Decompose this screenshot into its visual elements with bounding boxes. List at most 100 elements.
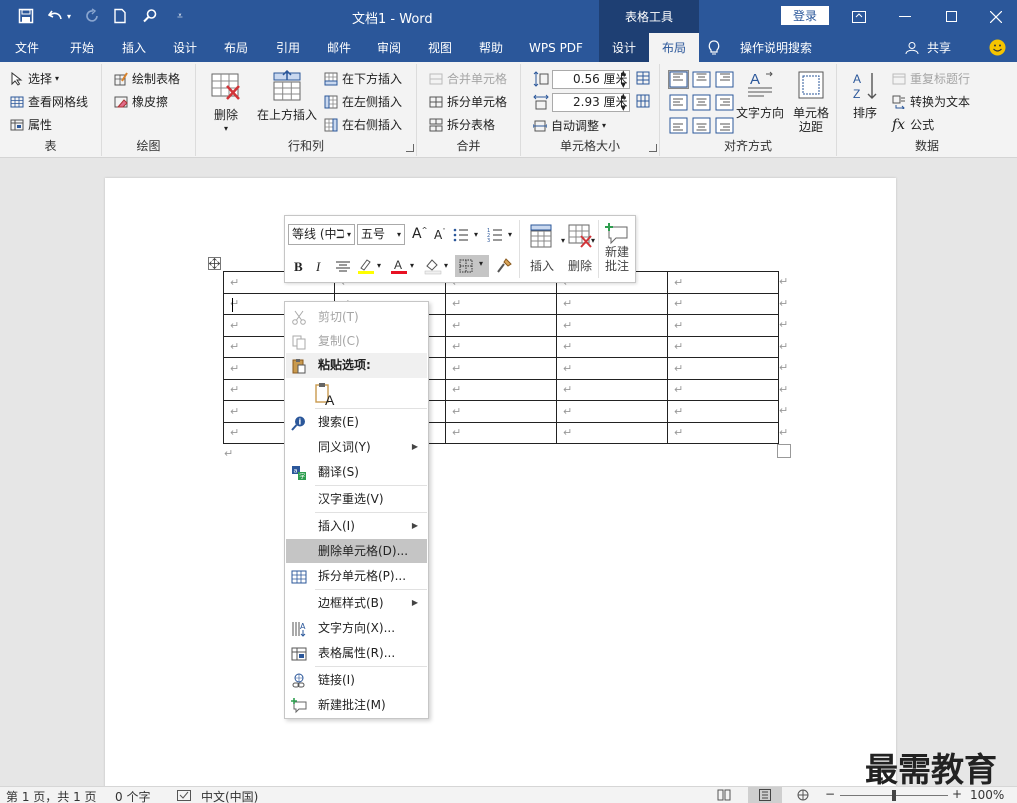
zoom-level[interactable]: 100%	[970, 788, 1004, 802]
shrink-font-icon[interactable]: Aˇ	[434, 228, 446, 242]
numbering-dropdown-icon[interactable]: ▾	[508, 230, 512, 239]
close-icon[interactable]	[974, 0, 1017, 33]
eraser-button[interactable]: 橡皮擦	[114, 93, 168, 110]
zoom-in-icon[interactable]: +	[952, 787, 962, 801]
menu-item-reconvert[interactable]: 汉字重选(V)	[286, 487, 427, 511]
table-resize-handle[interactable]	[777, 444, 791, 458]
borders-button[interactable]: ▾	[455, 255, 489, 277]
menu-item-new-comment[interactable]: 新建批注(M)	[286, 693, 427, 717]
table-cell[interactable]: ↵	[667, 271, 779, 294]
insert-left-button[interactable]: 在左侧插入	[324, 93, 402, 110]
convert-to-text-button[interactable]: 转换为文本	[892, 93, 970, 110]
table-cell[interactable]: ↵	[556, 292, 668, 315]
font-name-select[interactable]: 等线 (中ℶ ▾	[288, 224, 355, 245]
insert-right-button[interactable]: 在右侧插入	[324, 116, 402, 133]
shading-dropdown-icon[interactable]: ▾	[444, 261, 448, 270]
table-cell[interactable]: ↵	[556, 400, 668, 423]
align-middle-left-button[interactable]	[668, 93, 689, 112]
mini-new-comment-button[interactable]: 新建 批注	[600, 221, 634, 281]
align-middle-right-button[interactable]	[714, 93, 735, 112]
italic-icon[interactable]: I	[316, 259, 320, 275]
table-cell[interactable]: ↵	[445, 378, 557, 401]
rows-columns-dialog-launcher[interactable]	[406, 144, 414, 152]
table-cell[interactable]: ↵	[667, 357, 779, 380]
minimize-icon[interactable]	[882, 0, 928, 33]
undo-dropdown-icon[interactable]: ▾	[64, 6, 74, 26]
table-cell[interactable]: ↵	[667, 292, 779, 315]
align-middle-center-button[interactable]	[691, 93, 712, 112]
customize-qat-icon[interactable]: ⩡	[170, 6, 190, 26]
shading-icon[interactable]	[424, 257, 442, 275]
cell-margins-button[interactable]: 单元格 边距	[788, 70, 834, 134]
sort-button[interactable]: AZ 排序	[847, 70, 883, 120]
mini-delete-button[interactable]: 删除	[562, 221, 598, 279]
column-width-input[interactable]: 2.93 厘米 ▲ ▼	[552, 90, 630, 114]
autofit-button[interactable]: 自动调整 ▾	[533, 117, 606, 134]
table-cell[interactable]: ↵	[445, 292, 557, 315]
bullets-dropdown-icon[interactable]: ▾	[474, 230, 478, 239]
login-button[interactable]: 登录	[781, 6, 829, 25]
maximize-icon[interactable]	[928, 0, 974, 33]
select-button[interactable]: 选择 ▾	[10, 70, 59, 87]
split-table-button[interactable]: 拆分表格	[429, 116, 495, 133]
align-bottom-center-button[interactable]	[691, 116, 712, 135]
align-bottom-right-button[interactable]	[714, 116, 735, 135]
table-cell[interactable]: ↵	[667, 421, 779, 444]
column-width-stepper[interactable]: ▲ ▼	[621, 90, 626, 114]
zoom-out-icon[interactable]: −	[825, 787, 835, 801]
mini-delete-dropdown-icon[interactable]: ▾	[591, 236, 595, 245]
draw-table-button[interactable]: 绘制表格	[114, 70, 180, 87]
table-cell[interactable]: ↵	[667, 400, 779, 423]
highlight-color-icon[interactable]	[357, 257, 375, 275]
tell-me-search[interactable]: 操作说明搜索	[729, 33, 829, 62]
tab-insert[interactable]: 插入	[108, 33, 160, 62]
menu-item-link[interactable]: 链接(I)	[286, 668, 427, 692]
tab-help[interactable]: 帮助	[466, 33, 516, 62]
table-cell[interactable]: ↵	[556, 378, 668, 401]
table-cell[interactable]: ↵	[556, 357, 668, 380]
share-button[interactable]: 共享	[922, 33, 956, 62]
row-height-input[interactable]: 0.56 厘米 ▲ ▼	[552, 69, 630, 89]
tab-table-layout[interactable]: 布局	[649, 33, 699, 62]
text-direction-button[interactable]: A 文字方向	[734, 70, 786, 120]
new-document-icon[interactable]	[110, 6, 130, 26]
view-gridlines-button[interactable]: 查看网格线	[10, 93, 88, 110]
insert-below-button[interactable]: 在下方插入	[324, 70, 402, 87]
font-color-dropdown-icon[interactable]: ▾	[410, 261, 414, 270]
table-cell[interactable]: ↵	[556, 314, 668, 337]
bullets-icon[interactable]	[453, 227, 471, 243]
menu-item-text-direction[interactable]: A 文字方向(X)...	[286, 616, 427, 640]
tab-design[interactable]: 设计	[160, 33, 210, 62]
align-top-left-button[interactable]	[668, 70, 689, 89]
table-move-handle-icon[interactable]	[208, 257, 221, 270]
align-top-center-button[interactable]	[691, 70, 712, 89]
tab-file[interactable]: 文件	[0, 33, 54, 62]
table-cell[interactable]: ↵	[556, 335, 668, 358]
table-cell[interactable]: ↵	[667, 335, 779, 358]
insert-above-button[interactable]: 在上方插入	[254, 70, 320, 122]
properties-button[interactable]: 属性	[10, 116, 52, 133]
tab-wps-pdf[interactable]: WPS PDF	[516, 33, 596, 62]
menu-item-border-styles[interactable]: 边框样式(B) ▶	[286, 591, 427, 615]
menu-item-delete-cells[interactable]: 删除单元格(D)...	[286, 539, 427, 563]
table-cell[interactable]: ↵	[667, 378, 779, 401]
cell-size-dialog-launcher[interactable]	[649, 144, 657, 152]
center-align-icon[interactable]	[335, 260, 351, 274]
menu-item-synonyms[interactable]: 同义词(Y) ▶	[286, 435, 427, 459]
menu-item-split-cells[interactable]: 拆分单元格(P)...	[286, 564, 427, 588]
tab-mailings[interactable]: 邮件	[314, 33, 364, 62]
align-top-right-button[interactable]	[714, 70, 735, 89]
font-color-icon[interactable]: A	[390, 257, 408, 275]
numbering-icon[interactable]: 123	[487, 227, 505, 243]
tab-table-design[interactable]: 设计	[599, 33, 649, 62]
undo-icon[interactable]	[46, 6, 66, 26]
align-bottom-left-button[interactable]	[668, 116, 689, 135]
tab-view[interactable]: 视图	[414, 33, 466, 62]
tab-home[interactable]: 开始	[56, 33, 108, 62]
table-cell[interactable]: ↵	[445, 314, 557, 337]
tab-layout[interactable]: 布局	[210, 33, 262, 62]
highlight-dropdown-icon[interactable]: ▾	[377, 261, 381, 270]
ribbon-display-options-icon[interactable]	[836, 0, 882, 33]
menu-item-table-properties[interactable]: 表格属性(R)...	[286, 641, 427, 665]
delete-button[interactable]: 删除 ▾	[206, 72, 246, 136]
